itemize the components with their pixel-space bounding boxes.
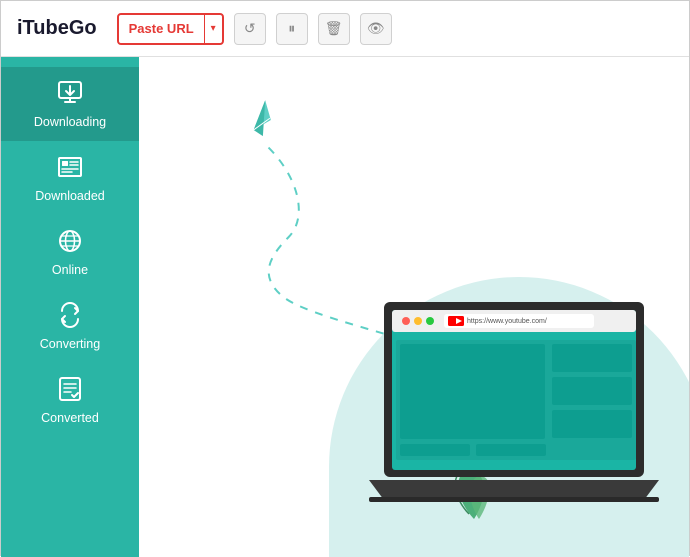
paste-url-dropdown-arrow[interactable]: ▾: [204, 15, 222, 43]
sidebar-label-downloading: Downloading: [34, 115, 106, 129]
sidebar-item-converted[interactable]: Converted: [1, 363, 139, 437]
downloaded-icon: [56, 153, 84, 185]
sidebar-label-converted: Converted: [41, 411, 99, 425]
sidebar-label-online: Online: [52, 263, 88, 277]
paste-url-button[interactable]: Paste URL ▾: [117, 13, 224, 45]
downloading-icon: [56, 79, 84, 111]
laptop-illustration: https://www.youtube.com/: [364, 292, 664, 527]
pause-icon: ⏸: [288, 20, 295, 37]
svg-text:https://www.youtube.com/: https://www.youtube.com/: [467, 318, 547, 325]
delete-button[interactable]: 🗑: [318, 13, 350, 45]
pause-button[interactable]: ⏸: [276, 13, 308, 45]
sidebar-item-online[interactable]: Online: [1, 215, 139, 289]
converting-icon: [56, 301, 84, 333]
sidebar-item-downloading[interactable]: Downloading: [1, 67, 139, 141]
eye-icon: 👁: [367, 20, 385, 37]
paste-url-label: Paste URL: [119, 15, 204, 43]
content-area: https://www.youtube.com/: [139, 57, 689, 557]
app-logo: iTubeGo: [17, 17, 97, 40]
online-icon: [56, 227, 84, 259]
converted-icon: [56, 375, 84, 407]
eye-button[interactable]: 👁: [360, 13, 392, 45]
sidebar-label-downloaded: Downloaded: [35, 189, 105, 203]
header: iTubeGo Paste URL ▾ ↺ ⏸ 🗑 👁: [1, 1, 689, 57]
undo-icon: ↺: [244, 20, 256, 37]
sidebar-item-downloaded[interactable]: Downloaded: [1, 141, 139, 215]
sidebar-label-converting: Converting: [40, 337, 100, 351]
sidebar-item-converting[interactable]: Converting: [1, 289, 139, 363]
delete-icon: 🗑: [325, 20, 343, 37]
main-layout: Downloading Downloaded: [1, 57, 689, 557]
undo-button[interactable]: ↺: [234, 13, 266, 45]
sidebar: Downloading Downloaded: [1, 57, 139, 557]
